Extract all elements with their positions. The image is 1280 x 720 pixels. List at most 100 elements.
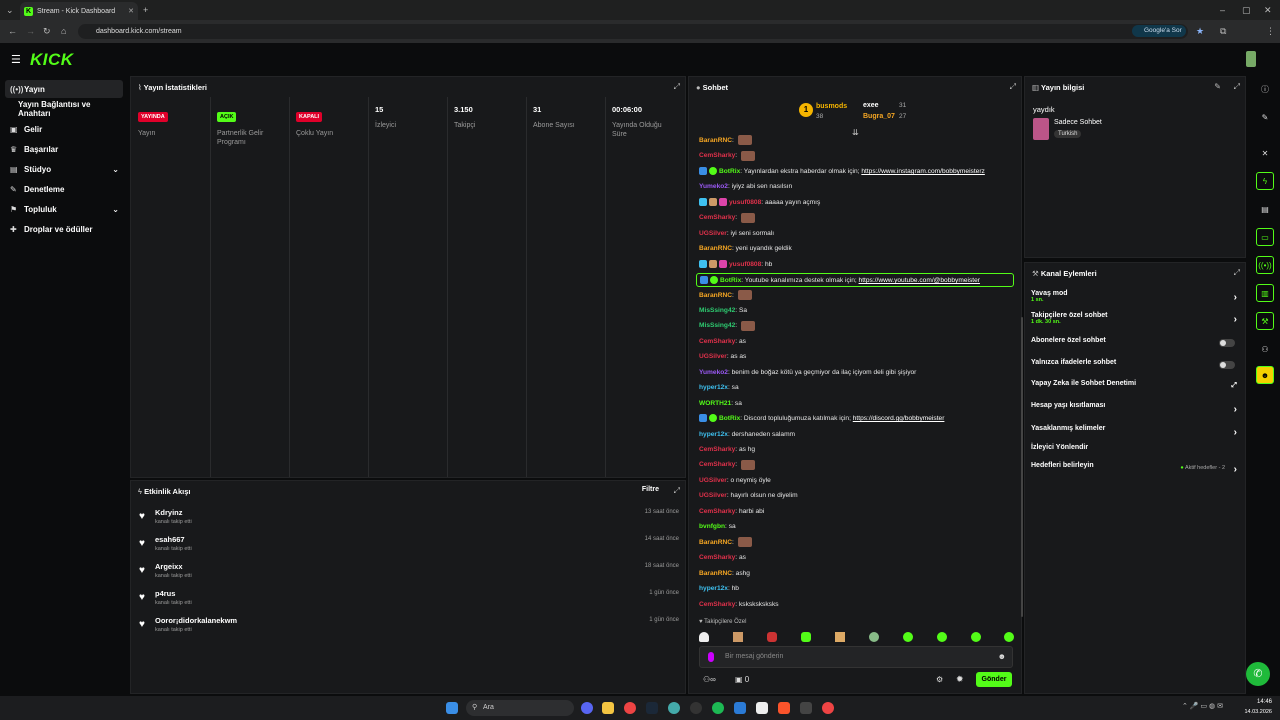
chat-username[interactable]: Yumeko2 <box>699 369 728 376</box>
chat-link[interactable]: https://discord.gg/bobbymeister <box>853 415 945 422</box>
popout-icon[interactable]: ⤢ <box>674 486 680 496</box>
channel-action-item[interactable]: Yasaklanmış kelimeler › <box>1031 425 1237 443</box>
mic-icon[interactable] <box>708 652 714 662</box>
file-explorer-icon[interactable] <box>602 702 614 714</box>
chat-username[interactable]: UGSilver <box>699 477 727 484</box>
popout-icon[interactable]: ⤢ <box>1234 82 1240 92</box>
obs-icon[interactable] <box>690 702 702 714</box>
popout-icon[interactable]: ⤢ <box>674 82 680 92</box>
community-panel-icon[interactable]: ⚇ <box>1256 340 1274 358</box>
chat-username[interactable]: CemSharky <box>699 446 735 453</box>
chat-username[interactable]: CemSharky <box>699 214 735 221</box>
taskbar-search-input[interactable]: ⚲ Ara <box>466 700 574 716</box>
bolt-panel-icon[interactable]: ϟ <box>1256 172 1274 190</box>
chat-username[interactable]: MisSsing42 <box>699 322 735 329</box>
settings-gear-icon[interactable]: ⚙ <box>936 675 943 684</box>
chrome-icon[interactable] <box>624 702 636 714</box>
emote-icon[interactable] <box>903 632 913 642</box>
emoji-icon[interactable]: ☻ <box>998 652 1006 661</box>
emote-icon[interactable] <box>971 632 981 642</box>
chat-username[interactable]: Yumeko2 <box>699 183 728 190</box>
vscode-icon[interactable] <box>734 702 746 714</box>
chat-username[interactable]: BaranRNC <box>699 245 732 252</box>
chat-username[interactable]: BotRix <box>720 277 741 284</box>
user-avatar[interactable] <box>1246 51 1256 67</box>
browser-tab[interactable]: K Stream - Kick Dashboard ✕ <box>20 2 138 20</box>
clock-time[interactable]: 14:46 <box>1240 699 1272 705</box>
url-input[interactable]: dashboard.kick.com/stream <box>78 24 1188 39</box>
chat-username[interactable]: CemSharky <box>699 508 735 515</box>
channel-action-item[interactable]: İzleyici Yönlendir <box>1031 444 1237 462</box>
chat-username[interactable]: CemSharky <box>699 152 735 159</box>
edit-pencil-icon[interactable]: ✎ <box>1214 82 1221 91</box>
chat-username[interactable]: bvnfgbn <box>699 523 725 530</box>
kick-logo[interactable]: KICK <box>30 50 74 70</box>
chat-username[interactable]: UGSilver <box>699 230 727 237</box>
notion-icon[interactable] <box>756 702 768 714</box>
emote-icon[interactable] <box>699 632 709 642</box>
tag-pill[interactable]: Turkish <box>1054 130 1082 138</box>
chat-username[interactable]: BaranRNC <box>699 539 732 546</box>
chat-username[interactable]: hyper12x <box>699 585 728 592</box>
chat-username[interactable]: UGSilver <box>699 353 727 360</box>
document-icon[interactable]: ▤ <box>1256 200 1274 218</box>
reload-icon[interactable]: ↻ <box>43 25 51 37</box>
chat-username[interactable]: hyper12x <box>699 431 728 438</box>
close-window-icon[interactable]: ✕ <box>1264 4 1272 16</box>
chat-username[interactable]: yusuf0808 <box>729 199 761 206</box>
popout-icon[interactable]: ⤢ <box>1234 268 1240 278</box>
popout-icon[interactable]: ⤢ <box>1010 82 1016 92</box>
spotify-icon[interactable] <box>712 702 724 714</box>
info-icon[interactable]: ⓘ <box>1256 80 1274 98</box>
emote-icon[interactable] <box>733 632 743 642</box>
chat-username[interactable]: BaranRNC <box>699 292 732 299</box>
channel-action-item[interactable]: Hedefleri belirleyin › ● Aktif hedefler - … <box>1031 462 1237 480</box>
channel-action-item[interactable]: Abonelere özel sohbet <box>1031 337 1237 355</box>
chat-username[interactable]: hyper12x <box>699 384 728 391</box>
extensions-icon[interactable]: ⧉ <box>1220 25 1226 37</box>
emote-icon[interactable] <box>1004 632 1014 642</box>
tab-search-icon[interactable]: ⌄ <box>6 4 14 16</box>
channel-action-item[interactable]: Yapay Zeka ile Sohbet Denetimi ⤢ <box>1031 380 1237 398</box>
emote-icon[interactable] <box>801 632 811 642</box>
clock-date[interactable]: 14.03.2026 <box>1236 709 1272 715</box>
home-icon[interactable]: ⌂ <box>61 25 66 37</box>
chat-username[interactable]: BaranRNC <box>699 570 732 577</box>
whatsapp-float-icon[interactable]: ✆ <box>1246 662 1270 686</box>
new-tab-icon[interactable]: + <box>143 4 148 16</box>
link-icon[interactable]: ⚇∞ <box>703 675 716 684</box>
chat-username[interactable]: CemSharky <box>699 461 735 468</box>
steam-icon[interactable] <box>646 702 658 714</box>
chat-link[interactable]: https://www.youtube.com/@bobbymeister <box>859 277 980 284</box>
chat-username[interactable]: BotRix <box>719 415 740 422</box>
toggle-switch[interactable] <box>1219 339 1235 347</box>
forward-icon[interactable]: → <box>26 25 35 37</box>
chat-username[interactable]: UGSilver <box>699 492 727 499</box>
emote-icon[interactable] <box>869 632 879 642</box>
highlight-panel-icon[interactable]: ☻ <box>1256 366 1274 384</box>
google-ask-pill[interactable]: Google'a Sor <box>1132 25 1186 37</box>
chat-username[interactable]: CemSharky <box>699 601 735 608</box>
chat-link[interactable]: https://www.instagram.com/bobbymeisterz <box>861 168 985 175</box>
sidebar-item-studyo[interactable]: ▤ Stüdyo ⌄ <box>5 160 123 178</box>
chat-scrollbar[interactable] <box>1021 317 1023 617</box>
emote-picker-icon[interactable]: ✹ <box>956 674 964 685</box>
sidebar-item-yayin[interactable]: ((•)) Yayın <box>5 80 123 98</box>
chat-panel-icon[interactable]: ▭ <box>1256 228 1274 246</box>
channel-action-item[interactable]: Yalnızca ifadelerle sohbet <box>1031 359 1237 377</box>
chrome-icon[interactable] <box>822 702 834 714</box>
windows-start-icon[interactable] <box>446 702 458 714</box>
back-icon[interactable]: ← <box>8 25 17 37</box>
emote-icon[interactable] <box>767 632 777 642</box>
sidebar-item-denetleme[interactable]: ✎ Denetleme <box>5 180 123 198</box>
discord-icon[interactable] <box>581 702 593 714</box>
bookmark-star-icon[interactable]: ★ <box>1196 25 1204 37</box>
tray-icons[interactable]: ⌃ 🎤 ▭ ◍ ✉ <box>1182 702 1223 710</box>
chat-input[interactable]: Bir mesaj gönderin ☻ <box>699 646 1013 668</box>
close-tab-icon[interactable]: ✕ <box>128 7 134 15</box>
tools-panel-icon[interactable]: ⚒ <box>1256 312 1274 330</box>
menu-dots-icon[interactable]: ⋮ <box>1266 25 1275 37</box>
chat-username[interactable]: MisSsing42 <box>699 307 735 314</box>
app-icon[interactable] <box>800 702 812 714</box>
chat-username[interactable]: WORTH21 <box>699 400 731 407</box>
